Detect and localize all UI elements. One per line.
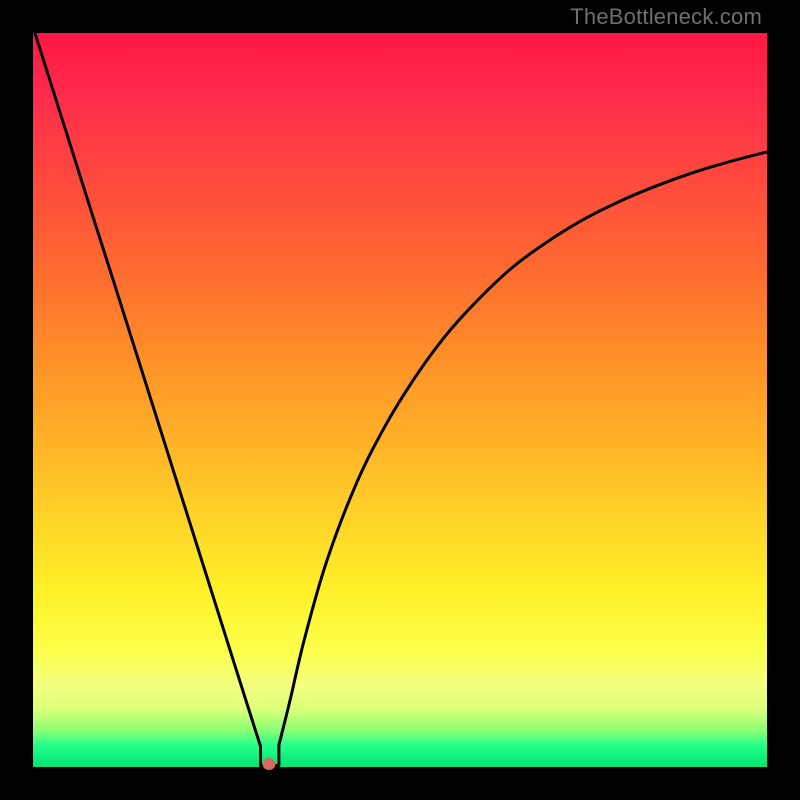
curve-right [279,152,767,745]
curve-left [26,4,261,747]
chart-frame: TheBottleneck.com [0,0,800,800]
curve-layer [33,33,767,767]
minimum-marker [263,758,276,770]
attribution-label: TheBottleneck.com [570,4,762,30]
plot-area [33,33,767,767]
